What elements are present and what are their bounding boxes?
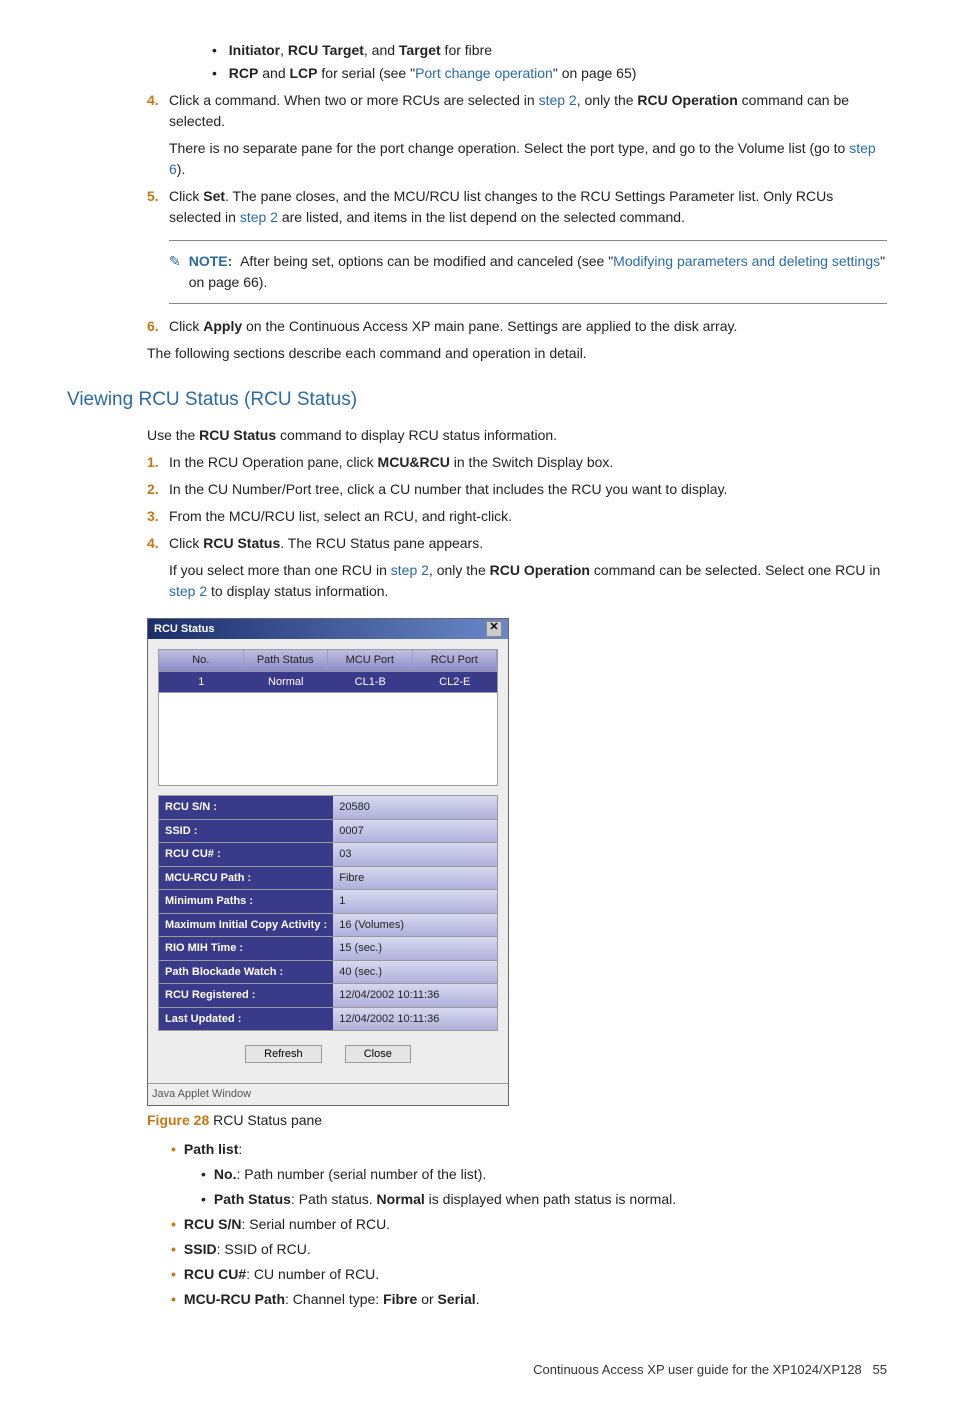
vstep-3: 3. From the MCU/RCU list, select an RCU,… [147, 506, 887, 527]
status-row: RCU CU# :03 [158, 842, 498, 867]
path-table-header: No. Path Status MCU Port RCU Port [158, 649, 498, 672]
refresh-button[interactable]: Refresh [245, 1045, 322, 1063]
status-row: RCU S/N :20580 [158, 795, 498, 820]
link-step2-a[interactable]: step 2 [539, 92, 577, 108]
link-port-change[interactable]: Port change operation [415, 65, 553, 81]
bullet-fibre: • Initiator, RCU Target, and Target for … [212, 40, 887, 61]
status-row: MCU-RCU Path :Fibre [158, 866, 498, 891]
status-row: RIO MIH Time :15 (sec.) [158, 936, 498, 961]
bullet-serial: • RCP and LCP for serial (see "Port chan… [212, 63, 887, 84]
step-6: 6. Click Apply on the Continuous Access … [147, 316, 887, 337]
status-row: Path Blockade Watch :40 (sec.) [158, 960, 498, 985]
applet-label: Java Applet Window [148, 1083, 508, 1105]
vstep-4: 4. Click RCU Status. The RCU Status pane… [147, 533, 887, 554]
figure-caption: Figure 28 RCU Status pane [147, 1110, 887, 1131]
status-row: Last Updated :12/04/2002 10:11:36 [158, 1007, 498, 1032]
panel-titlebar: RCU Status ✕ [148, 619, 508, 640]
status-row: SSID :0007 [158, 819, 498, 844]
page-footer: Continuous Access XP user guide for the … [67, 1360, 887, 1380]
use-paragraph: Use the RCU Status command to display RC… [147, 425, 887, 446]
link-step2-c[interactable]: step 2 [391, 562, 429, 578]
note-box: ✎ NOTE: After being set, options can be … [169, 240, 887, 304]
path-table-row[interactable]: 1 Normal CL1-B CL2-E [158, 672, 498, 694]
step-5: 5. Click Set. The pane closes, and the M… [147, 186, 887, 228]
step-4-extra: There is no separate pane for the port c… [169, 138, 887, 180]
path-table-empty-area [158, 693, 498, 786]
note-icon: ✎ [169, 251, 181, 293]
rcu-status-panel: RCU Status ✕ No. Path Status MCU Port RC… [147, 618, 509, 1106]
definition-list: •Path list: •No.: Path number (serial nu… [147, 1139, 887, 1310]
status-row: Maximum Initial Copy Activity :16 (Volum… [158, 913, 498, 938]
vstep-2: 2. In the CU Number/Port tree, click a C… [147, 479, 887, 500]
status-row: Minimum Paths :1 [158, 889, 498, 914]
step-4: 4. Click a command. When two or more RCU… [147, 90, 887, 132]
document-page: • Initiator, RCU Target, and Target for … [67, 40, 887, 1379]
link-step2-d[interactable]: step 2 [169, 583, 207, 599]
following-paragraph: The following sections describe each com… [147, 343, 887, 364]
link-step2-b[interactable]: step 2 [240, 209, 278, 225]
close-button[interactable]: Close [345, 1045, 411, 1063]
status-row: RCU Registered :12/04/2002 10:11:36 [158, 983, 498, 1008]
vstep-4-extra: If you select more than one RCU in step … [169, 560, 887, 602]
section-heading: Viewing RCU Status (RCU Status) [67, 386, 887, 415]
close-icon[interactable]: ✕ [486, 621, 502, 637]
link-modify-params[interactable]: Modifying parameters and deleting settin… [613, 253, 880, 269]
vstep-1: 1. In the RCU Operation pane, click MCU&… [147, 452, 887, 473]
